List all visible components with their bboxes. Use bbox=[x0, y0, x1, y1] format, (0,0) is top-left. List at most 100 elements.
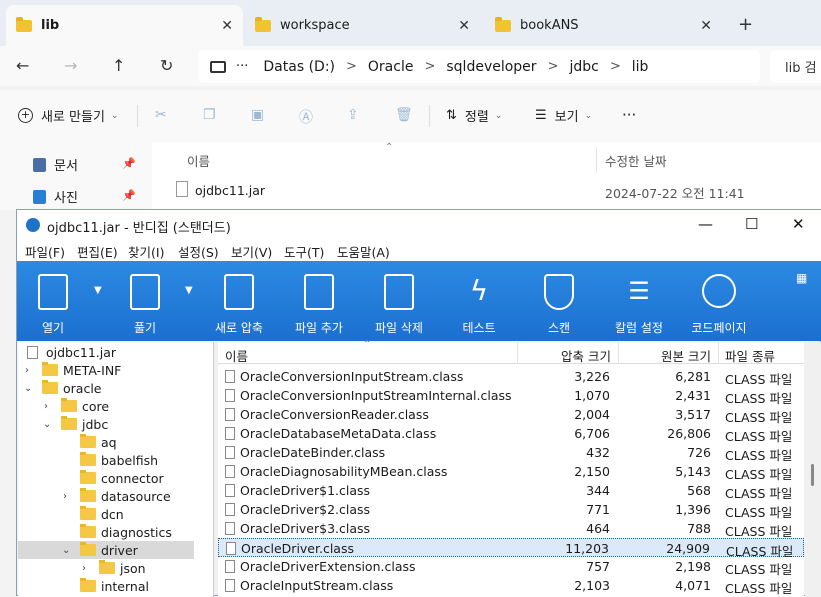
column-header-name[interactable]: 이름 bbox=[225, 346, 248, 365]
chevron-down-icon[interactable]: ⌄ bbox=[43, 419, 51, 430]
chevron-down-icon[interactable]: ▼ bbox=[185, 285, 193, 296]
column-settings-button[interactable]: ☰ 칼럼 설정 bbox=[603, 261, 675, 341]
scrollbar-thumb[interactable] bbox=[811, 464, 814, 486]
more-options-button[interactable]: ··· bbox=[622, 106, 636, 124]
column-header-original[interactable]: 원본 크기 bbox=[661, 346, 711, 365]
pin-icon[interactable]: 📌 bbox=[122, 189, 136, 202]
file-row[interactable]: OracleDiagnosabilityMBean.class 2,150 5,14… bbox=[218, 462, 804, 482]
vertical-scrollbar[interactable] bbox=[805, 342, 821, 597]
chevron-right-icon[interactable]: > bbox=[346, 59, 357, 74]
extract-button[interactable]: 풀기 bbox=[109, 261, 181, 341]
tree-item[interactable]: dcn bbox=[18, 505, 213, 523]
column-header-compressed[interactable]: 압축 크기 bbox=[561, 346, 611, 365]
chevron-right-icon[interactable]: › bbox=[82, 563, 86, 574]
tab-lib[interactable]: lib ✕ bbox=[6, 5, 243, 46]
tree-item[interactable]: › core bbox=[18, 397, 213, 415]
chevron-right-icon[interactable]: > bbox=[424, 59, 435, 74]
back-icon[interactable]: ← bbox=[16, 56, 29, 75]
tree-item[interactable]: aq bbox=[18, 433, 213, 451]
cut-icon[interactable]: ✂ bbox=[155, 107, 172, 124]
tree-item[interactable]: ⌄ oracle bbox=[18, 379, 213, 397]
tree-item[interactable]: diagnostics bbox=[18, 523, 213, 541]
menu-edit[interactable]: 편집(E) bbox=[77, 242, 118, 261]
close-icon[interactable]: ✕ bbox=[700, 18, 712, 34]
more-locations-button[interactable]: ··· bbox=[236, 59, 248, 74]
pin-icon[interactable]: 📌 bbox=[122, 157, 136, 170]
tree-item[interactable]: ⌄ jdbc bbox=[18, 415, 213, 433]
tree-item[interactable]: ojdbc11.jar bbox=[18, 343, 213, 361]
tree-item[interactable]: internal bbox=[18, 577, 213, 595]
new-tab-button[interactable]: + bbox=[738, 14, 753, 35]
file-row[interactable]: OracleInputStream.class 2,103 4,071 CLASS 파… bbox=[218, 576, 804, 596]
tab-bookans[interactable]: bookANS ✕ bbox=[485, 5, 722, 46]
search-input[interactable]: lib 검 bbox=[770, 50, 821, 83]
menu-help[interactable]: 도움말(A) bbox=[337, 242, 390, 261]
close-icon[interactable]: ✕ bbox=[458, 18, 470, 34]
chevron-right-icon[interactable]: › bbox=[63, 491, 67, 502]
refresh-icon[interactable]: ↻ bbox=[160, 56, 173, 75]
rename-icon[interactable]: Ⓐ bbox=[299, 107, 316, 126]
menu-tools[interactable]: 도구(T) bbox=[284, 242, 324, 261]
codepage-button[interactable]: 코드페이지 bbox=[683, 261, 755, 341]
maximize-button[interactable]: ☐ bbox=[745, 215, 758, 233]
menu-view[interactable]: 보기(V) bbox=[231, 242, 272, 261]
bandizip-title-bar[interactable]: ojdbc11.jar - 반디집 (스탠더드) — ☐ ✕ bbox=[17, 210, 821, 239]
file-row[interactable]: OracleConversionInputStreamInternal.clas… bbox=[218, 386, 804, 406]
up-icon[interactable]: ↑ bbox=[112, 56, 125, 75]
chevron-right-icon[interactable]: > bbox=[548, 59, 559, 74]
chevron-right-icon[interactable]: > bbox=[610, 59, 621, 74]
column-header-name[interactable]: 이름 bbox=[187, 151, 210, 170]
file-row-selected[interactable]: OracleDriver.class 11,203 24,909 CLASS 파일 bbox=[218, 538, 804, 559]
menu-file[interactable]: 파일(F) bbox=[25, 242, 65, 261]
tree-item-selected[interactable]: ⌄ driver bbox=[18, 541, 194, 559]
menu-settings[interactable]: 설정(S) bbox=[178, 242, 219, 261]
column-header-modified[interactable]: 수정한 날짜 bbox=[605, 151, 666, 170]
open-button[interactable]: 열기 bbox=[17, 261, 89, 341]
view-button[interactable]: ☰ 보기 ⌄ bbox=[535, 106, 592, 125]
column-divider[interactable] bbox=[718, 342, 719, 364]
tree-item[interactable]: connector bbox=[18, 469, 213, 487]
file-name[interactable]: ojdbc11.jar bbox=[195, 183, 265, 198]
delete-file-button[interactable]: 파일 삭제 bbox=[363, 261, 435, 341]
column-divider[interactable] bbox=[517, 342, 518, 364]
breadcrumb-sqldeveloper[interactable]: sqldeveloper bbox=[446, 59, 536, 75]
scan-button[interactable]: 스캔 bbox=[523, 261, 595, 341]
breadcrumb-datas[interactable]: Datas (D:) bbox=[263, 59, 335, 75]
paste-icon[interactable]: ▣ bbox=[251, 107, 268, 124]
tab-workspace[interactable]: workspace ✕ bbox=[245, 5, 480, 46]
menu-find[interactable]: 찾기(I) bbox=[128, 242, 164, 261]
file-row[interactable]: OracleDriver$1.class 344 568 CLASS 파일 bbox=[218, 481, 804, 501]
chevron-right-icon[interactable]: › bbox=[44, 401, 48, 412]
add-file-button[interactable]: 파일 추가 bbox=[283, 261, 355, 341]
tree-item[interactable]: › META-INF bbox=[18, 361, 213, 379]
share-icon[interactable]: ⇪ bbox=[347, 107, 364, 124]
address-bar[interactable]: ··· Datas (D:) > Oracle > sqldeveloper >… bbox=[198, 50, 760, 83]
new-button[interactable]: + 새로 만들기 ⌄ bbox=[18, 106, 118, 125]
breadcrumb-lib[interactable]: lib bbox=[632, 59, 649, 75]
close-button[interactable]: ✕ bbox=[792, 215, 805, 233]
column-header-type[interactable]: 파일 종류 bbox=[725, 346, 775, 365]
file-row[interactable]: OracleConversionReader.class 2,004 3,517 CL… bbox=[218, 405, 804, 425]
tree-item[interactable]: › datasource bbox=[18, 487, 213, 505]
file-row[interactable]: OracleDriver$2.class 771 1,396 CLASS 파일 bbox=[218, 500, 804, 520]
chevron-down-icon[interactable]: ⌄ bbox=[24, 383, 32, 394]
chevron-right-icon[interactable]: › bbox=[25, 365, 29, 376]
tree-item[interactable]: babelfish bbox=[18, 451, 213, 469]
test-button[interactable]: ϟ 테스트 bbox=[443, 261, 515, 341]
column-divider[interactable] bbox=[618, 342, 619, 364]
tree-item[interactable]: › json bbox=[18, 559, 213, 577]
file-row[interactable]: OracleDriver$3.class 464 788 CLASS 파일 bbox=[218, 519, 804, 539]
forward-icon[interactable]: → bbox=[64, 56, 77, 75]
copy-icon[interactable]: ❐ bbox=[203, 107, 220, 124]
minimize-button[interactable]: — bbox=[698, 215, 713, 233]
breadcrumb-oracle[interactable]: Oracle bbox=[368, 59, 414, 75]
breadcrumb-jdbc[interactable]: jdbc bbox=[569, 59, 598, 75]
sidebar-item-pictures[interactable]: 사진 bbox=[33, 187, 78, 206]
chevron-down-icon[interactable]: ⌄ bbox=[62, 545, 70, 556]
close-icon[interactable]: ✕ bbox=[221, 18, 233, 34]
file-row[interactable]: OracleConversionInputStream.class 3,226 6,… bbox=[218, 367, 804, 387]
chevron-down-icon[interactable]: ▼ bbox=[94, 285, 102, 296]
sort-button[interactable]: ⇅ 정렬 ⌄ bbox=[446, 106, 502, 125]
sidebar-item-documents[interactable]: 문서 bbox=[33, 155, 78, 174]
layout-grid-icon[interactable]: ▦ bbox=[796, 271, 807, 285]
